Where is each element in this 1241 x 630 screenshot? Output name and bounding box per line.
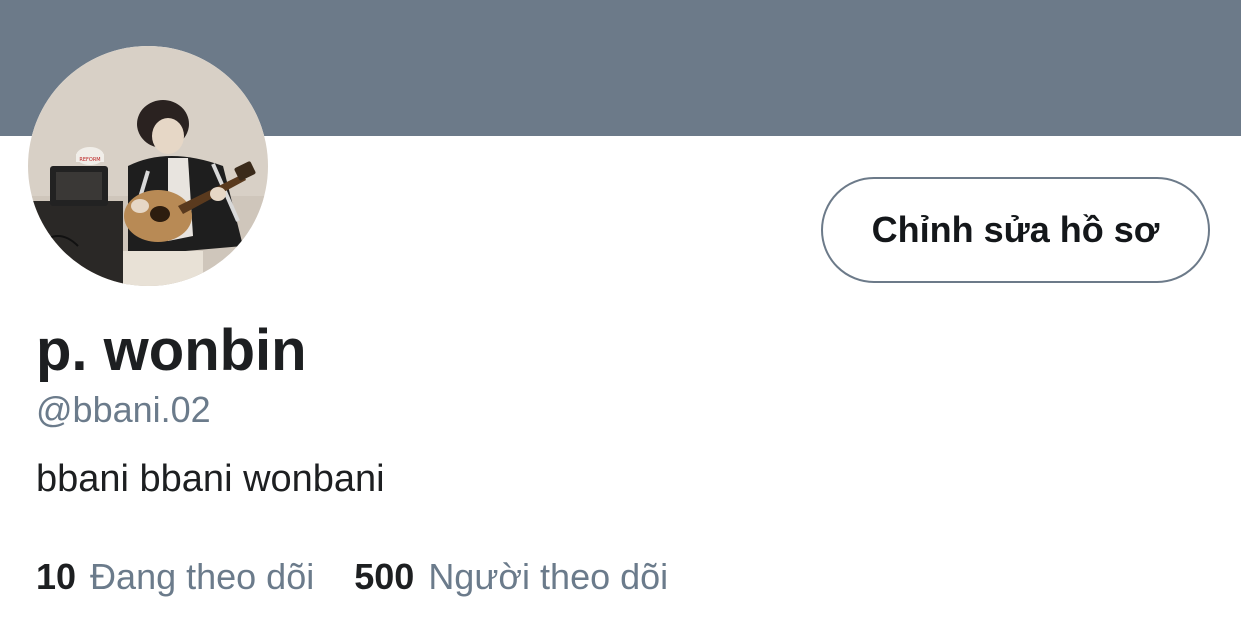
edit-profile-button[interactable]: Chỉnh sửa hồ sơ — [821, 177, 1210, 283]
cap-label: REFORM — [79, 157, 100, 163]
display-name: p. wonbin — [36, 318, 307, 383]
profile-bio: bbani bbani wonbani — [36, 458, 385, 500]
avatar-photo-icon: REFORM — [28, 46, 268, 286]
follow-stats: 10 Đang theo dõi 500 Người theo dõi — [36, 556, 668, 600]
following-count: 10 — [36, 556, 77, 597]
followers-count: 500 — [354, 556, 415, 597]
username-handle: @bbani.02 — [36, 389, 211, 430]
followers-label: Người theo dõi — [428, 556, 669, 597]
profile-page: REFORM Chỉnh sửa hồ sơ p. wonbin @bbani.… — [0, 0, 1241, 630]
following-label: Đang theo dõi — [90, 556, 315, 597]
followers-stat-link[interactable]: 500 Người theo dõi — [354, 556, 668, 598]
profile-avatar[interactable]: REFORM — [28, 46, 268, 286]
following-stat-link[interactable]: 10 Đang theo dõi — [36, 556, 314, 598]
